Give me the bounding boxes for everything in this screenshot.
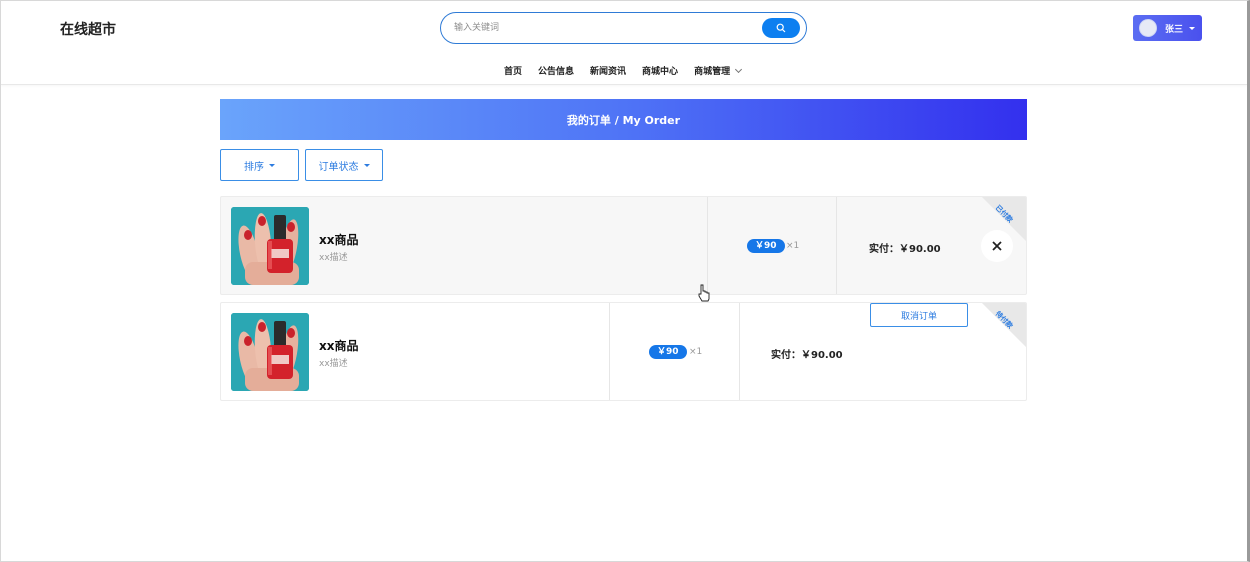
- paid-amount: 实付：￥90.00: [869, 244, 941, 255]
- pointer-cursor-icon: [698, 284, 710, 302]
- page: 在线超市 张三 首页 公告信息 新闻资讯 商城中心 商城管理: [0, 0, 1250, 562]
- nav-dropdown-label: 商城管理: [694, 67, 731, 77]
- order-card[interactable]: xx商品 xx描述 ￥90 ×1 实付：￥90.00 取消订单 待付款: [220, 302, 1027, 401]
- caret-down-icon: [1189, 26, 1196, 30]
- column-divider: [609, 303, 610, 400]
- column-divider: [707, 197, 708, 294]
- product-description: xx描述: [319, 253, 348, 263]
- product-image[interactable]: [231, 313, 309, 391]
- status-ribbon: 待付款: [982, 303, 1026, 347]
- chevron-down-icon: [735, 65, 743, 73]
- paid-amount: 实付：￥90.00: [771, 350, 843, 361]
- quantity: ×1: [689, 347, 703, 357]
- search-input[interactable]: [454, 19, 754, 37]
- order-status-label: 订单状态: [318, 161, 359, 173]
- price-badge: ￥90: [747, 239, 785, 253]
- avatar: [1139, 19, 1157, 37]
- status-badge: 待付款: [993, 309, 1015, 331]
- product-image[interactable]: [231, 207, 309, 285]
- cancel-order-button[interactable]: 取消订单: [870, 303, 968, 327]
- order-status-dropdown-button[interactable]: 订单状态: [305, 149, 383, 181]
- price-badge: ￥90: [649, 345, 687, 359]
- nav-item-mall-center[interactable]: 商城中心: [642, 64, 678, 77]
- header: 在线超市 张三 首页 公告信息 新闻资讯 商城中心 商城管理: [1, 1, 1247, 85]
- column-divider: [739, 303, 740, 400]
- page-title-banner: 我的订单 / My Order: [220, 99, 1027, 140]
- caret-down-icon: [363, 163, 370, 167]
- close-icon: [992, 241, 1002, 251]
- user-menu-button[interactable]: 张三: [1133, 15, 1202, 41]
- sort-label: 排序: [244, 161, 264, 173]
- main-nav: 首页 公告信息 新闻资讯 商城中心 商城管理: [504, 64, 743, 77]
- nav-item-announcements[interactable]: 公告信息: [538, 64, 574, 77]
- status-badge: 已付款: [993, 203, 1015, 225]
- nav-item-mall-management[interactable]: 商城管理: [694, 64, 743, 77]
- product-name[interactable]: xx商品: [319, 231, 358, 248]
- page-title: 我的订单 / My Order: [566, 113, 681, 127]
- user-name: 张三: [1165, 24, 1184, 35]
- status-ribbon: 已付款: [982, 197, 1026, 241]
- product-description: xx描述: [319, 359, 348, 369]
- nav-item-home[interactable]: 首页: [504, 64, 522, 77]
- search-button[interactable]: [762, 18, 800, 38]
- caret-down-icon: [269, 163, 275, 167]
- column-divider: [836, 197, 837, 294]
- sort-dropdown-button[interactable]: 排序: [220, 149, 299, 181]
- order-card[interactable]: xx商品 xx描述 ￥90 ×1 实付：￥90.00 已付款: [220, 196, 1027, 295]
- nail-polish-image: [231, 207, 309, 285]
- product-name[interactable]: xx商品: [319, 337, 358, 354]
- search-icon: [776, 23, 786, 33]
- search-bar: [440, 12, 807, 44]
- nav-item-news[interactable]: 新闻资讯: [590, 64, 626, 77]
- nail-polish-image: [231, 313, 309, 391]
- site-logo-text[interactable]: 在线超市: [60, 19, 116, 39]
- quantity: ×1: [786, 241, 800, 251]
